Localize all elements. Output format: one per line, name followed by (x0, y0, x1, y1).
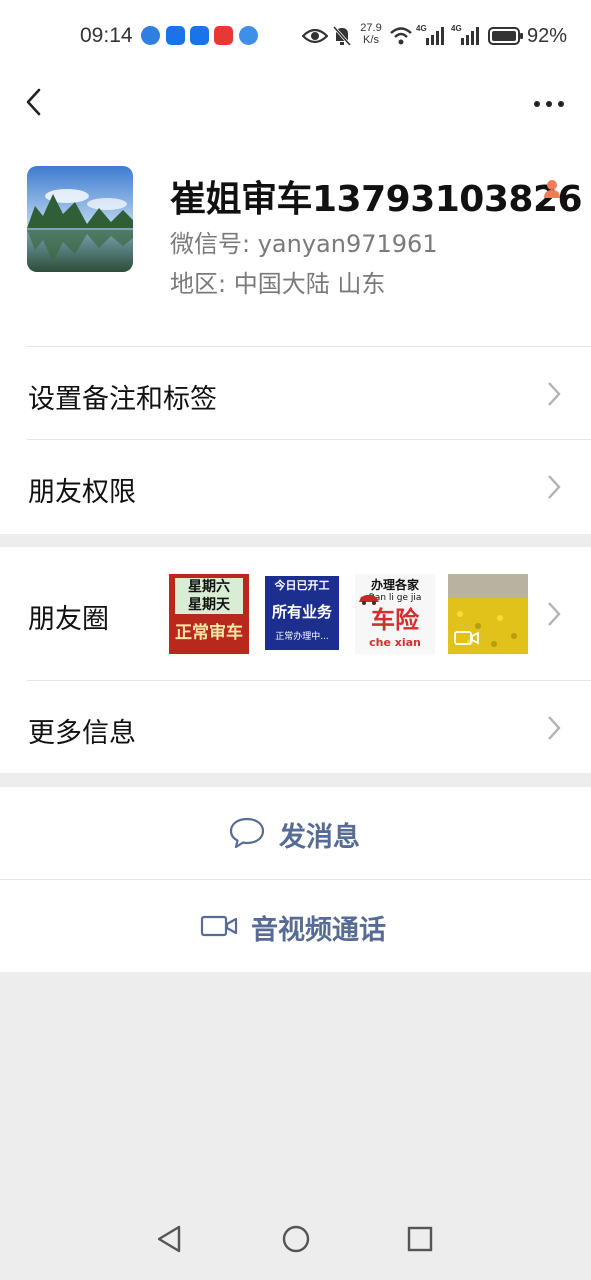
status-time: 09:14 (80, 24, 133, 47)
video-badge-icon (454, 631, 479, 645)
video-camera-icon (200, 915, 238, 937)
chevron-right-icon (548, 382, 561, 406)
set-remark-row[interactable]: 设置备注和标签 (0, 347, 591, 439)
battery-percent: 92% (526, 25, 567, 47)
video-call-label: 音视频通话 (251, 915, 386, 946)
speed-value: 27.9 (360, 22, 382, 34)
search-app-icon (190, 26, 209, 45)
browser-icon (141, 26, 160, 45)
top-nav (0, 74, 591, 126)
thumb3-line1: 办理各家 (370, 578, 419, 592)
friend-permissions-label: 朋友权限 (28, 477, 136, 508)
eye-icon (302, 28, 328, 44)
speed-unit: K/s (363, 34, 379, 46)
battery-icon (488, 27, 523, 45)
region: 地区: 中国大陆 山东 (170, 270, 386, 298)
profile-section: 崔姐审车13793103826 微信号: yanyan971961 地区: 中国… (0, 126, 591, 534)
chevron-right-icon (548, 475, 561, 499)
wifi-icon (390, 27, 412, 45)
system-navigation-bar (0, 1210, 591, 1280)
avatar-landscape-image (27, 166, 133, 272)
video-call-button[interactable]: 音视频通话 (0, 880, 591, 972)
more-info-row[interactable]: 更多信息 (0, 681, 591, 773)
thumb1-line2: 星期天 (188, 597, 230, 613)
nav-back-icon[interactable] (155, 1224, 183, 1254)
car-icon (359, 595, 379, 605)
signal-icon-1 (426, 27, 444, 45)
chat-bubble-icon (229, 817, 265, 849)
nav-home-icon[interactable] (281, 1224, 311, 1254)
more-info-label: 更多信息 (28, 718, 136, 749)
thumb1-line3: 正常审车 (175, 623, 243, 643)
contact-name: 崔姐审车13793103826 (170, 179, 583, 220)
moments-thumb-3: 办理各家 Ban li ge jia 车险 che xian (355, 574, 435, 654)
thumb2-line1: 今日已开工 (274, 579, 330, 592)
network-speed: 27.9 K/s (357, 22, 385, 46)
cloud-app-icon (239, 26, 258, 45)
more-options-button[interactable] (527, 80, 571, 120)
moments-row[interactable]: 朋友圈 星期六 星期天 正常审车 今日已开工 所有业务 正常办理中... 办理各… (0, 547, 591, 681)
wechat-id[interactable]: 微信号: yanyan971961 (170, 224, 438, 259)
thumb3-line3: 车险 (371, 606, 419, 634)
contact-profile-page: 09:14 27.9 K/s 4G 4G 92% 崔姐审车13793103826… (0, 0, 591, 1280)
nav-recents-icon[interactable] (406, 1224, 434, 1254)
mute-bell-icon (332, 26, 352, 46)
thumb2-line3: 正常办理中... (275, 632, 329, 642)
moments-thumb-1: 星期六 星期天 正常审车 (169, 574, 249, 654)
send-message-label: 发消息 (279, 822, 360, 853)
thumb3-line4: che xian (369, 636, 421, 649)
thumb1-line1: 星期六 (188, 579, 230, 595)
send-message-button[interactable]: 发消息 (0, 787, 591, 879)
female-gender-icon (544, 180, 560, 198)
moments-section: 朋友圈 星期六 星期天 正常审车 今日已开工 所有业务 正常办理中... 办理各… (0, 547, 591, 773)
chevron-right-icon (548, 602, 561, 626)
status-bar: 09:14 27.9 K/s 4G 4G 92% (0, 0, 591, 74)
moments-label: 朋友圈 (28, 604, 109, 635)
moments-thumb-4-video (448, 574, 528, 654)
book-app-icon (214, 26, 233, 45)
bulb-icon (166, 26, 185, 45)
thumb2-line2: 所有业务 (271, 603, 332, 621)
friend-permissions-row[interactable]: 朋友权限 (0, 440, 591, 534)
chevron-right-icon (548, 716, 561, 740)
avatar[interactable] (27, 166, 133, 272)
moments-thumb-2: 今日已开工 所有业务 正常办理中... (262, 574, 342, 654)
set-remark-label: 设置备注和标签 (28, 384, 217, 415)
signal-icon-2 (461, 27, 479, 45)
back-button[interactable] (14, 80, 54, 120)
